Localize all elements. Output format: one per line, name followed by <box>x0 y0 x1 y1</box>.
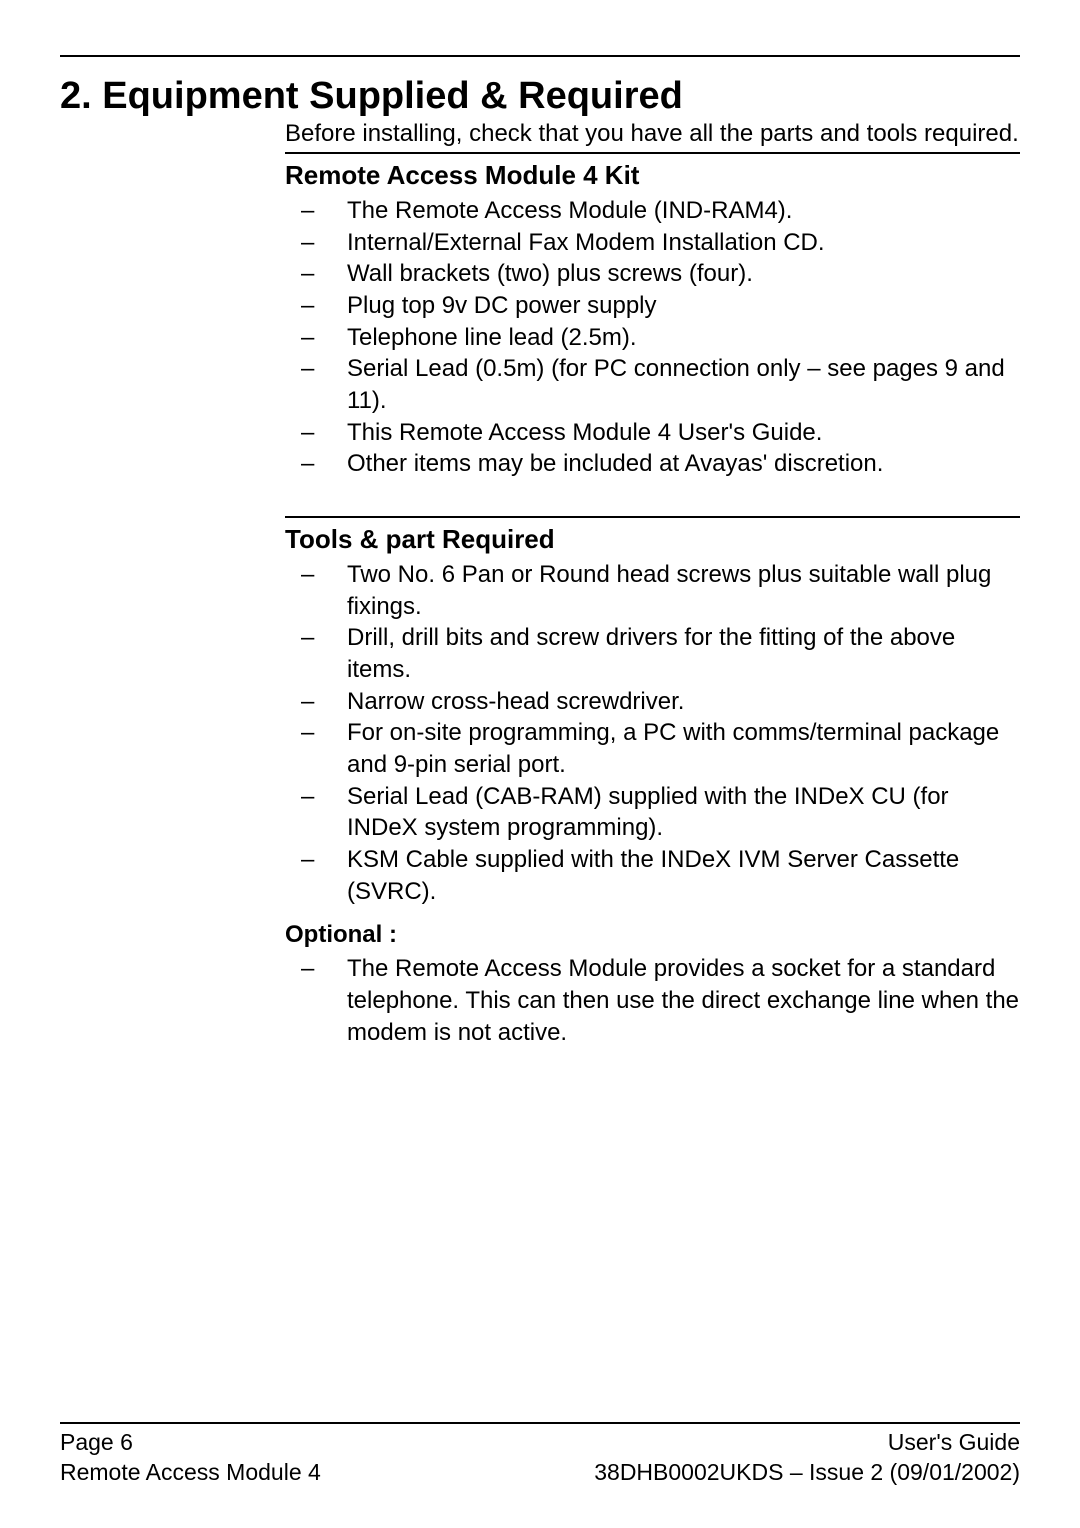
section-rule-1 <box>285 152 1020 154</box>
list-item: Two No. 6 Pan or Round head screws plus … <box>285 559 1020 622</box>
list-item: Wall brackets (two) plus screws (four). <box>285 258 1020 290</box>
list-item: For on-site programming, a PC with comms… <box>285 717 1020 780</box>
list-item: Narrow cross-head screwdriver. <box>285 686 1020 718</box>
list-item: KSM Cable supplied with the INDeX IVM Se… <box>285 844 1020 907</box>
section1-list: The Remote Access Module (IND-RAM4). Int… <box>285 195 1020 480</box>
intro-text: Before installing, check that you have a… <box>285 120 1020 148</box>
list-item: The Remote Access Module provides a sock… <box>285 953 1020 1048</box>
section2-title: Tools & part Required <box>285 524 1020 555</box>
top-rule <box>60 55 1020 57</box>
section2-list: Two No. 6 Pan or Round head screws plus … <box>285 559 1020 907</box>
list-item: Other items may be included at Avayas' d… <box>285 448 1020 480</box>
footer-page-number: Page 6 <box>60 1428 133 1458</box>
footer-doc-id: 38DHB0002UKDS – Issue 2 (09/01/2002) <box>594 1458 1020 1488</box>
list-item: Telephone line lead (2.5m). <box>285 322 1020 354</box>
footer-product-name: Remote Access Module 4 <box>60 1458 321 1488</box>
section3-title: Optional : <box>285 921 1020 949</box>
list-item: Plug top 9v DC power supply <box>285 290 1020 322</box>
list-item: This Remote Access Module 4 User's Guide… <box>285 417 1020 449</box>
footer-guide-title: User's Guide <box>888 1428 1020 1458</box>
list-item: Drill, drill bits and screw drivers for … <box>285 622 1020 685</box>
page-heading: 2. Equipment Supplied & Required <box>60 75 1020 118</box>
section3-list: The Remote Access Module provides a sock… <box>285 953 1020 1048</box>
list-item: Serial Lead (CAB-RAM) supplied with the … <box>285 781 1020 844</box>
list-item: Internal/External Fax Modem Installation… <box>285 227 1020 259</box>
section-rule-2 <box>285 516 1020 518</box>
page-footer: Page 6 User's Guide Remote Access Module… <box>60 1422 1020 1488</box>
footer-rule <box>60 1422 1020 1424</box>
list-item: The Remote Access Module (IND-RAM4). <box>285 195 1020 227</box>
list-item: Serial Lead (0.5m) (for PC connection on… <box>285 353 1020 416</box>
section1-title: Remote Access Module 4 Kit <box>285 160 1020 191</box>
